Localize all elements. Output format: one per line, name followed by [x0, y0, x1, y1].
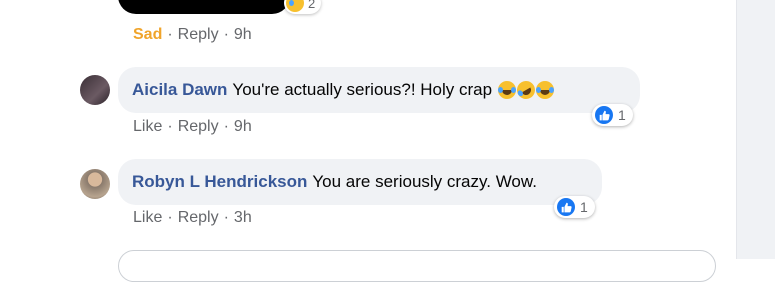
reaction-count: 1	[580, 199, 588, 215]
avatar[interactable]	[80, 75, 110, 105]
rolling-laughing-emoji-icon	[513, 77, 539, 103]
comment-text: You are seriously crazy. Wow.	[312, 172, 537, 191]
laughing-emoji-icon	[536, 81, 555, 99]
comment-actions: Like · Reply · 9h	[133, 118, 252, 135]
timestamp[interactable]: 9h	[234, 118, 252, 135]
timestamp[interactable]: 3h	[234, 209, 252, 226]
like-reaction-icon	[557, 198, 575, 216]
reaction-count: 2	[308, 0, 316, 11]
like-link[interactable]: Like	[133, 118, 162, 135]
laughing-emoji-icon	[498, 81, 517, 99]
comment-bubble: Robyn L Hendrickson You are seriously cr…	[118, 159, 602, 205]
back-icon: ◁	[150, 0, 160, 1]
reaction-summary-like[interactable]: 1	[554, 196, 595, 218]
comment-author[interactable]: Aicila Dawn	[132, 80, 227, 100]
reply-link[interactable]: Reply	[178, 26, 219, 43]
reply-link[interactable]: Reply	[178, 209, 219, 226]
comment-bubble: Aicila Dawn You're actually serious?! Ho…	[118, 67, 640, 113]
sad-reaction-link[interactable]: Sad	[133, 26, 162, 43]
reply-link[interactable]: Reply	[178, 118, 219, 135]
avatar[interactable]	[80, 169, 110, 199]
comment-actions: Sad · Reply · 9h	[133, 26, 252, 43]
comment-author[interactable]: Robyn L Hendrickson	[132, 172, 307, 192]
like-link[interactable]: Like	[133, 209, 162, 226]
like-reaction-icon	[595, 106, 613, 124]
reaction-summary-sad[interactable]: 2	[284, 0, 322, 14]
scrollbar-track[interactable]	[736, 0, 775, 259]
sad-reaction-icon	[286, 0, 304, 12]
media-nav-bar: ◁ ○ □	[118, 0, 290, 14]
reaction-count: 1	[618, 107, 626, 123]
write-reply-input[interactable]	[118, 250, 716, 282]
comment-text: You're actually serious?! Holy crap	[232, 80, 493, 99]
comment-actions: Like · Reply · 3h	[133, 209, 252, 226]
timestamp[interactable]: 9h	[234, 26, 252, 43]
reaction-summary-like[interactable]: 1	[592, 104, 633, 126]
